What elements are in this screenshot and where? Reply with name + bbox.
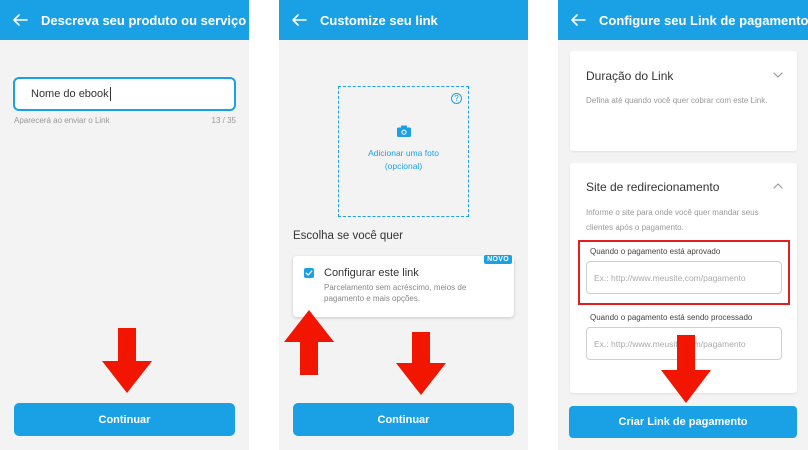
back-arrow-icon[interactable] xyxy=(12,12,28,28)
tutorial-composite: Descreva seu produto ou serviço Nome do … xyxy=(0,0,808,450)
choose-options-title: Escolha se você quer xyxy=(293,230,403,242)
screen-describe-product: Descreva seu produto ou serviço Nome do … xyxy=(0,0,249,450)
link-duration-card[interactable]: Duração do Link Defina até quando você q… xyxy=(570,51,797,151)
link-duration-description: Defina até quando você quer cobrar com e… xyxy=(586,96,768,105)
page-title: Descreva seu produto ou serviço xyxy=(41,12,247,28)
back-arrow-icon[interactable] xyxy=(291,12,307,28)
configure-link-checkbox[interactable] xyxy=(304,268,314,278)
red-arrow-icon xyxy=(102,328,152,393)
add-photo-label: Adicionar uma foto (opcional) xyxy=(339,147,468,173)
link-duration-title: Duração do Link xyxy=(586,69,674,83)
page-title: Customize seu link xyxy=(320,12,438,28)
screen-configure-payment-link: Configure seu Link de pagamento Duração … xyxy=(558,0,808,450)
processing-url-label: Quando o pagamento está sendo processado xyxy=(590,313,753,322)
redirect-site-description: Informe o site para onde você quer manda… xyxy=(586,208,759,232)
app-bar: Customize seu link xyxy=(279,0,528,40)
chevron-down-icon[interactable] xyxy=(773,72,783,78)
configure-link-option[interactable]: Configurar este link Parcelamento sem ac… xyxy=(293,255,514,317)
continue-button[interactable]: Continuar xyxy=(14,403,235,436)
continue-button[interactable]: Continuar xyxy=(293,403,514,436)
back-arrow-icon[interactable] xyxy=(570,12,586,28)
check-icon xyxy=(305,270,313,276)
highlight-box xyxy=(578,240,790,305)
redirect-site-title: Site de redirecionamento xyxy=(586,180,720,194)
camera-icon xyxy=(397,125,411,137)
configure-link-title: Configurar este link xyxy=(324,267,419,279)
input-hint: Aparecerá ao enviar o Link xyxy=(14,116,110,125)
red-arrow-icon xyxy=(396,332,446,395)
app-bar: Configure seu Link de pagamento xyxy=(558,0,808,40)
page-title: Configure seu Link de pagamento xyxy=(599,12,808,28)
character-counter: 13 / 35 xyxy=(211,116,236,125)
product-name-value: Nome do ebook xyxy=(31,88,109,100)
product-name-input[interactable]: Nome do ebook xyxy=(13,77,236,111)
red-arrow-icon xyxy=(661,335,711,403)
red-arrow-icon xyxy=(284,310,334,375)
app-bar: Descreva seu produto ou serviço xyxy=(0,0,249,40)
text-caret xyxy=(109,87,111,101)
configure-link-description: Parcelamento sem acréscimo, meios de pag… xyxy=(324,283,467,303)
optional-text: (opcional) xyxy=(384,161,423,171)
add-photo-dropzone[interactable]: ? Adicionar uma foto (opcional) xyxy=(338,86,469,217)
help-icon[interactable]: ? xyxy=(451,93,462,104)
new-badge: NOVO xyxy=(484,255,512,264)
screen-customize-link: Customize seu link ? Adicionar uma foto … xyxy=(279,0,528,450)
create-payment-link-button[interactable]: Criar Link de pagamento xyxy=(569,406,797,438)
chevron-up-icon[interactable] xyxy=(773,183,783,189)
add-photo-text: Adicionar uma foto xyxy=(368,148,439,158)
